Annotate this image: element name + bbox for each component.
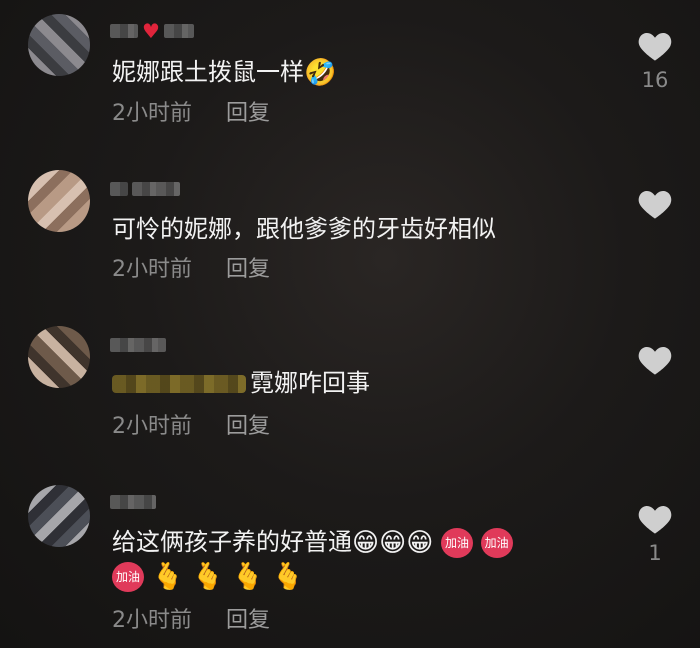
avatar[interactable] (28, 326, 90, 388)
reply-button[interactable]: 回复 (226, 100, 270, 128)
heart-icon (638, 347, 672, 375)
comment-item: 可怜的妮娜，跟他爹爹的牙齿好相似 2小时前 回复 (0, 160, 700, 310)
finger-heart-emoji-icon: 🫰 (191, 562, 225, 592)
like-button[interactable] (628, 188, 682, 220)
finger-heart-emoji-icon: 🫰 (231, 562, 265, 592)
like-count: 16 (641, 68, 669, 92)
comment-meta: 2小时前 回复 (112, 100, 270, 128)
username-blurred[interactable]: ♥ (110, 20, 194, 42)
avatar[interactable] (28, 485, 90, 547)
comment-item: 霓娜咋回事 2小时前 回复 (0, 318, 700, 468)
avatar[interactable] (28, 14, 90, 76)
username-blurred[interactable] (110, 334, 166, 356)
comment-meta: 2小时前 回复 (112, 256, 270, 284)
finger-heart-emoji-icon: 🫰 (271, 562, 305, 592)
like-button[interactable]: 1 (628, 503, 682, 565)
like-button[interactable] (628, 344, 682, 376)
heart-icon (638, 33, 672, 61)
comment-text: 可怜的妮娜，跟他爹爹的牙齿好相似 (112, 215, 496, 243)
heart-icon (638, 191, 672, 219)
reply-button[interactable]: 回复 (226, 413, 270, 441)
comment-meta: 2小时前 回复 (112, 413, 270, 441)
rolling-laughing-emoji-icon: 🤣 (304, 58, 337, 88)
comment-item: 给这俩孩子养的好普通😁😁😁 加油 加油 加油 🫰 🫰 🫰 🫰 2小时前 回复 1 (0, 475, 700, 648)
jiayou-heart-sticker-icon: 加油 (480, 528, 513, 558)
red-heart-badge-icon: ♥ (142, 19, 160, 43)
grinning-emoji-icon: 😁 (379, 528, 407, 558)
finger-heart-emoji-icon: 🫰 (151, 562, 185, 592)
comment-time: 2小时前 (112, 608, 192, 633)
avatar[interactable] (28, 170, 90, 232)
jiayou-heart-sticker-icon: 加油 (112, 562, 144, 592)
grinning-emoji-icon: 😁 (352, 528, 380, 558)
comment-item: ♥ 妮娜跟土拨鼠一样🤣 2小时前 回复 16 (0, 0, 700, 150)
comment-meta: 2小时前 回复 (112, 607, 270, 635)
comment-text: 妮娜跟土拨鼠一样🤣 (112, 58, 337, 88)
username-blurred[interactable] (110, 178, 180, 200)
reply-button[interactable]: 回复 (226, 256, 270, 284)
comment-text: 给这俩孩子养的好普通😁😁😁 加油 加油 加油 🫰 🫰 🫰 🫰 (112, 525, 612, 593)
grinning-emoji-icon: 😁 (406, 528, 434, 558)
comment-time: 2小时前 (112, 101, 192, 126)
heart-icon (638, 506, 672, 534)
like-button[interactable]: 16 (628, 30, 682, 92)
comment-text: 霓娜咋回事 (112, 366, 370, 400)
comment-time: 2小时前 (112, 257, 192, 282)
reply-button[interactable]: 回复 (226, 607, 270, 635)
mention-blurred[interactable] (112, 375, 246, 393)
username-blurred[interactable] (110, 491, 156, 513)
comment-time: 2小时前 (112, 414, 192, 439)
jiayou-heart-sticker-icon: 加油 (440, 528, 473, 558)
like-count: 1 (648, 541, 662, 565)
